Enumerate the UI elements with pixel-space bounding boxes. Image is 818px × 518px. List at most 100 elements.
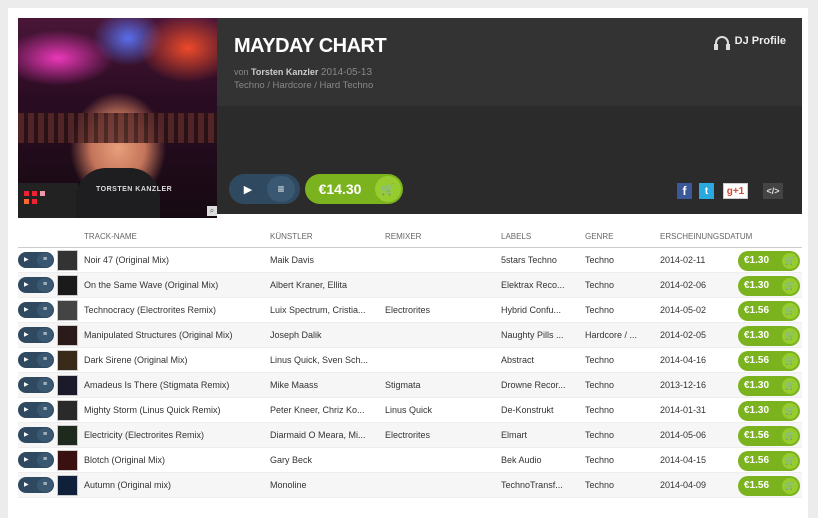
- track-remixer[interactable]: Stigmata: [385, 380, 495, 390]
- track-name[interactable]: Manipulated Structures (Original Mix): [84, 330, 264, 340]
- list-icon[interactable]: ≡: [37, 303, 53, 317]
- buy-chart-button[interactable]: €14.30 🛒: [305, 174, 403, 204]
- facebook-share-icon[interactable]: f: [677, 183, 692, 199]
- track-genre[interactable]: Techno: [585, 480, 655, 490]
- track-name[interactable]: Mighty Storm (Linus Quick Remix): [84, 405, 264, 415]
- track-name[interactable]: Dark Sirene (Original Mix): [84, 355, 264, 365]
- track-row[interactable]: ▶ ≡ Autumn (Original mix) Monoline Techn…: [18, 473, 802, 498]
- embed-code-icon[interactable]: </>: [763, 183, 783, 199]
- track-label[interactable]: Drowne Recor...: [501, 380, 581, 390]
- track-genre[interactable]: Techno: [585, 380, 655, 390]
- track-name[interactable]: Electricity (Electrorites Remix): [84, 430, 264, 440]
- play-all-button[interactable]: ▶: [229, 174, 267, 204]
- track-artwork[interactable]: [57, 425, 78, 446]
- track-genre[interactable]: Techno: [585, 355, 655, 365]
- track-label[interactable]: De-Konstrukt: [501, 405, 581, 415]
- track-row[interactable]: ▶ ≡ Blotch (Original Mix) Gary Beck Bek …: [18, 448, 802, 473]
- buy-track-button[interactable]: €1.56 🛒: [738, 476, 800, 496]
- track-genre[interactable]: Hardcore / ...: [585, 330, 655, 340]
- track-artist[interactable]: Albert Kraner, Ellita: [270, 280, 380, 290]
- track-row[interactable]: ▶ ≡ Mighty Storm (Linus Quick Remix) Pet…: [18, 398, 802, 423]
- track-artwork[interactable]: [57, 450, 78, 471]
- col-artist[interactable]: KÜNSTLER: [270, 232, 313, 241]
- list-icon[interactable]: ≡: [37, 328, 53, 342]
- track-label[interactable]: TechnoTransf...: [501, 480, 581, 490]
- list-icon[interactable]: ≡: [37, 428, 53, 442]
- track-row[interactable]: ▶ ≡ Technocracy (Electrorites Remix) Lui…: [18, 298, 802, 323]
- track-label[interactable]: 5stars Techno: [501, 255, 581, 265]
- track-genre[interactable]: Techno: [585, 255, 655, 265]
- dj-profile-link[interactable]: DJ Profile: [713, 35, 786, 50]
- buy-track-button[interactable]: €1.30 🛒: [738, 251, 800, 271]
- col-labels[interactable]: LABELS: [501, 232, 531, 241]
- play-icon[interactable]: ▶: [24, 306, 29, 313]
- buy-track-button[interactable]: €1.30 🛒: [738, 276, 800, 296]
- buy-track-button[interactable]: €1.56 🛒: [738, 426, 800, 446]
- buy-track-button[interactable]: €1.30 🛒: [738, 376, 800, 396]
- track-artwork[interactable]: [57, 325, 78, 346]
- track-genre[interactable]: Techno: [585, 405, 655, 415]
- track-artist[interactable]: Joseph Dalik: [270, 330, 380, 340]
- track-label[interactable]: Naughty Pills ...: [501, 330, 581, 340]
- track-name[interactable]: On the Same Wave (Original Mix): [84, 280, 264, 290]
- chart-cover-image[interactable]: TORSTEN KANZLER: [18, 18, 217, 218]
- play-icon[interactable]: ▶: [24, 406, 29, 413]
- twitter-share-icon[interactable]: t: [699, 183, 714, 199]
- track-label[interactable]: Bek Audio: [501, 455, 581, 465]
- track-artist[interactable]: Luix Spectrum, Cristia...: [270, 305, 380, 315]
- track-name[interactable]: Blotch (Original Mix): [84, 455, 264, 465]
- play-icon[interactable]: ▶: [24, 481, 29, 488]
- list-icon[interactable]: ≡: [37, 353, 53, 367]
- track-artist[interactable]: Monoline: [270, 480, 380, 490]
- track-artwork[interactable]: [57, 300, 78, 321]
- track-remixer[interactable]: Electrorites: [385, 430, 495, 440]
- track-label[interactable]: Elmart: [501, 430, 581, 440]
- col-remixer[interactable]: REMIXER: [385, 232, 421, 241]
- play-icon[interactable]: ▶: [24, 431, 29, 438]
- track-artist[interactable]: Maik Davis: [270, 255, 380, 265]
- play-icon[interactable]: ▶: [24, 256, 29, 263]
- track-artwork[interactable]: [57, 275, 78, 296]
- list-icon[interactable]: ≡: [37, 253, 53, 267]
- zoom-icon[interactable]: ⌕: [207, 206, 217, 216]
- author-link[interactable]: Torsten Kanzler: [251, 67, 318, 77]
- list-icon[interactable]: ≡: [37, 403, 53, 417]
- track-genre[interactable]: Techno: [585, 455, 655, 465]
- track-artist[interactable]: Peter Kneer, Chriz Ko...: [270, 405, 380, 415]
- track-name[interactable]: Autumn (Original mix): [84, 480, 264, 490]
- track-artwork[interactable]: [57, 400, 78, 421]
- track-name[interactable]: Technocracy (Electrorites Remix): [84, 305, 264, 315]
- list-icon[interactable]: ≡: [37, 478, 53, 492]
- track-row[interactable]: ▶ ≡ Electricity (Electrorites Remix) Dia…: [18, 423, 802, 448]
- track-genre[interactable]: Techno: [585, 305, 655, 315]
- list-icon[interactable]: ≡: [37, 453, 53, 467]
- play-icon[interactable]: ▶: [24, 456, 29, 463]
- add-to-playlist-button[interactable]: ≡: [267, 176, 295, 202]
- track-name[interactable]: Amadeus Is There (Stigmata Remix): [84, 380, 264, 390]
- buy-track-button[interactable]: €1.30 🛒: [738, 401, 800, 421]
- track-artwork[interactable]: [57, 475, 78, 496]
- track-artist[interactable]: Linus Quick, Sven Sch...: [270, 355, 380, 365]
- track-artist[interactable]: Gary Beck: [270, 455, 380, 465]
- track-artist[interactable]: Mike Maass: [270, 380, 380, 390]
- track-row[interactable]: ▶ ≡ Amadeus Is There (Stigmata Remix) Mi…: [18, 373, 802, 398]
- track-artwork[interactable]: [57, 375, 78, 396]
- track-artwork[interactable]: [57, 350, 78, 371]
- play-icon[interactable]: ▶: [24, 356, 29, 363]
- track-row[interactable]: ▶ ≡ On the Same Wave (Original Mix) Albe…: [18, 273, 802, 298]
- track-label[interactable]: Abstract: [501, 355, 581, 365]
- track-row[interactable]: ▶ ≡ Manipulated Structures (Original Mix…: [18, 323, 802, 348]
- buy-track-button[interactable]: €1.30 🛒: [738, 326, 800, 346]
- buy-track-button[interactable]: €1.56 🛒: [738, 451, 800, 471]
- googleplus-share-icon[interactable]: g+1: [723, 183, 748, 199]
- col-genre[interactable]: GENRE: [585, 232, 613, 241]
- track-remixer[interactable]: Electrorites: [385, 305, 495, 315]
- track-label[interactable]: Hybrid Confu...: [501, 305, 581, 315]
- track-row[interactable]: ▶ ≡ Noir 47 (Original Mix) Maik Davis 5s…: [18, 248, 802, 273]
- track-genre[interactable]: Techno: [585, 280, 655, 290]
- play-icon[interactable]: ▶: [24, 331, 29, 338]
- buy-track-button[interactable]: €1.56 🛒: [738, 301, 800, 321]
- play-icon[interactable]: ▶: [24, 381, 29, 388]
- track-label[interactable]: Elektrax Reco...: [501, 280, 581, 290]
- track-name[interactable]: Noir 47 (Original Mix): [84, 255, 264, 265]
